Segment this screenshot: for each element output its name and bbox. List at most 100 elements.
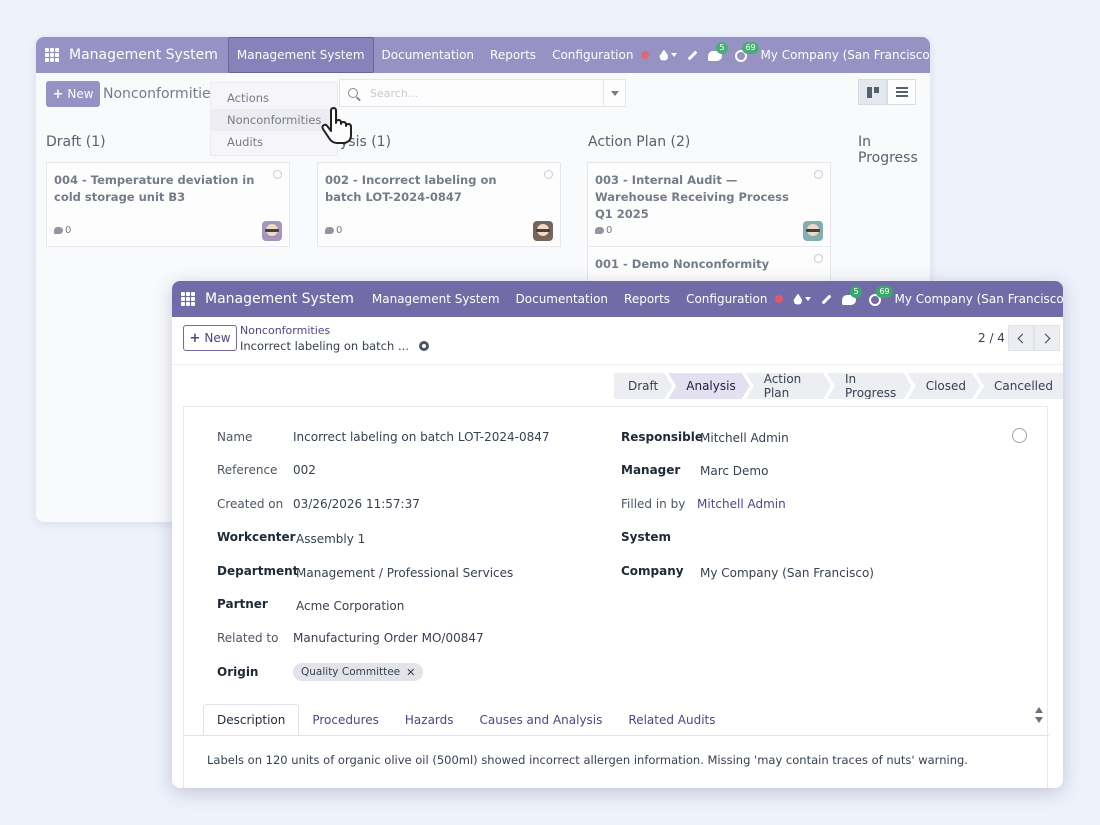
new-button[interactable]: + New: [183, 325, 237, 351]
hand-pointer-icon: [321, 107, 352, 144]
tab-procedures[interactable]: Procedures: [299, 704, 392, 735]
stage-in-progress[interactable]: In Progress: [827, 373, 912, 399]
list-view-button[interactable]: [887, 79, 916, 105]
apps-grid-icon[interactable]: [45, 48, 59, 62]
kanban-view-button[interactable]: [858, 79, 887, 105]
field-label-name: Name: [217, 430, 253, 444]
view-switcher: [858, 79, 916, 105]
new-button-label: New: [204, 331, 231, 345]
stage-cancelled[interactable]: Cancelled: [976, 373, 1063, 399]
chat-icon[interactable]: 5: [842, 286, 862, 306]
status-bar: Draft Analysis Action Plan In Progress C…: [614, 373, 1063, 399]
gear-icon[interactable]: [418, 341, 429, 351]
pager-previous-button[interactable]: [1008, 325, 1034, 351]
droplet-icon[interactable]: [659, 49, 678, 61]
column-in-progress[interactable]: In Progress: [858, 134, 930, 166]
company-switcher[interactable]: My Company (San Francisco): [760, 48, 930, 62]
field-workcenter[interactable]: Assembly 1: [296, 532, 365, 546]
droplet-icon[interactable]: [793, 293, 812, 305]
message-icon: [54, 227, 63, 234]
arrow-up-icon: [1035, 707, 1043, 713]
chat-badge: 5: [850, 286, 862, 298]
priority-dot[interactable]: [273, 170, 282, 179]
card-avatar: [803, 221, 823, 241]
field-label-origin: Origin: [217, 665, 259, 679]
top-navbar: Management System Management System Docu…: [172, 281, 1063, 317]
menu-configuration[interactable]: Configuration: [544, 37, 641, 73]
menu-reports[interactable]: Reports: [482, 37, 544, 73]
card-avatar: [262, 221, 282, 241]
stage-analysis[interactable]: Analysis: [668, 373, 749, 399]
message-count: 0: [325, 225, 342, 236]
field-manager[interactable]: Marc Demo: [700, 464, 768, 478]
tab-related-audits[interactable]: Related Audits: [615, 704, 728, 735]
message-count: 0: [595, 225, 612, 236]
column-action-plan[interactable]: Action Plan (2): [588, 134, 690, 150]
origin-tag[interactable]: Quality Committee ✕: [293, 663, 424, 681]
stage-action-plan[interactable]: Action Plan: [746, 373, 831, 399]
field-label-company: Company: [621, 564, 684, 578]
stage-closed[interactable]: Closed: [908, 373, 980, 399]
menu-dropdown: Actions Nonconformities Audits: [210, 82, 338, 156]
dropdown-item-nonconformities[interactable]: Nonconformities: [211, 109, 337, 131]
menu-management-system[interactable]: Management System: [364, 281, 508, 317]
stage-draft[interactable]: Draft: [614, 373, 672, 399]
apps-grid-icon[interactable]: [181, 292, 195, 306]
search-placeholder: Search...: [370, 86, 419, 100]
search-options-toggle[interactable]: [603, 80, 625, 106]
record-dot-icon[interactable]: [775, 295, 784, 303]
kanban-card[interactable]: 004 - Temperature deviation in cold stor…: [46, 162, 290, 247]
kanban-card[interactable]: 003 - Internal Audit — Warehouse Receivi…: [587, 162, 831, 247]
field-reference[interactable]: 002: [293, 463, 316, 477]
menu-reports[interactable]: Reports: [616, 281, 678, 317]
origin-tag-label: Quality Committee: [301, 666, 401, 678]
priority-dot[interactable]: [544, 170, 553, 179]
close-icon[interactable]: ✕: [406, 666, 415, 679]
notebook-tabs: Description Procedures Hazards Causes an…: [203, 704, 729, 735]
field-filled-in-by[interactable]: Mitchell Admin: [697, 497, 786, 511]
tab-description[interactable]: Description: [203, 704, 300, 735]
kanban-card[interactable]: 002 - Incorrect labeling on batch LOT-20…: [317, 162, 561, 247]
app-brand[interactable]: Management System: [69, 47, 218, 63]
priority-dot[interactable]: [814, 254, 823, 263]
description-text[interactable]: Labels on 120 units of organic olive oil…: [207, 753, 968, 767]
search-input[interactable]: Search...: [339, 79, 626, 107]
tab-hazards[interactable]: Hazards: [392, 704, 467, 735]
field-partner[interactable]: Acme Corporation: [296, 599, 404, 613]
pager-value[interactable]: 2 / 4: [978, 331, 1005, 345]
company-switcher[interactable]: My Company (San Francisco): [894, 292, 1063, 306]
field-department[interactable]: Management / Professional Services: [296, 566, 513, 580]
chat-badge: 5: [716, 42, 728, 54]
page-title: Nonconformities: [103, 86, 218, 102]
pencil-icon[interactable]: [688, 50, 698, 60]
dropdown-item-actions[interactable]: Actions: [211, 87, 337, 109]
priority-dot[interactable]: [814, 170, 823, 179]
new-button[interactable]: + New: [46, 81, 100, 107]
field-related-to[interactable]: Manufacturing Order MO/00847: [293, 631, 484, 645]
app-brand[interactable]: Management System: [205, 291, 354, 307]
priority-toggle[interactable]: [1012, 428, 1027, 443]
breadcrumb-parent[interactable]: Nonconformities: [240, 324, 330, 337]
menu-configuration[interactable]: Configuration: [678, 281, 775, 317]
field-name[interactable]: Incorrect labeling on batch LOT-2024-084…: [293, 430, 550, 444]
pencil-icon[interactable]: [822, 294, 832, 304]
field-label-filled-in-by: Filled in by: [621, 497, 686, 511]
tabs-divider: [184, 735, 1049, 736]
menu-documentation[interactable]: Documentation: [374, 37, 483, 73]
menu-management-system[interactable]: Management System: [227, 37, 374, 73]
pager-next-button[interactable]: [1034, 325, 1060, 351]
record-dot-icon[interactable]: [641, 51, 650, 59]
dropdown-item-audits[interactable]: Audits: [211, 131, 337, 153]
field-company[interactable]: My Company (San Francisco): [700, 566, 874, 580]
tabs-scroll-arrows[interactable]: [1034, 706, 1044, 736]
chat-icon[interactable]: 5: [708, 42, 728, 62]
clock-icon[interactable]: 69: [868, 286, 893, 306]
tab-causes-and-analysis[interactable]: Causes and Analysis: [467, 704, 616, 735]
column-draft[interactable]: Draft (1): [46, 134, 106, 150]
menu-documentation[interactable]: Documentation: [508, 281, 617, 317]
field-label-workcenter: Workcenter: [217, 530, 296, 544]
message-icon: [595, 227, 604, 234]
field-responsible[interactable]: Mitchell Admin: [700, 431, 789, 445]
clock-icon[interactable]: 69: [734, 42, 759, 62]
field-label-partner: Partner: [217, 597, 268, 611]
